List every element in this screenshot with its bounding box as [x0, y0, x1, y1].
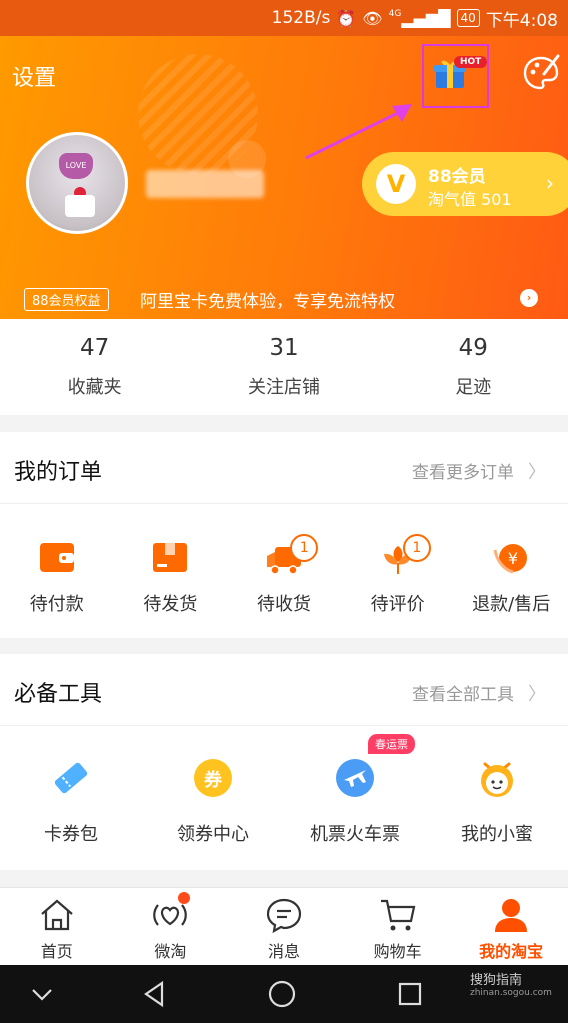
order-label: 退款/售后 [472, 594, 551, 615]
member-v-icon: V [376, 164, 416, 204]
tab-label: 首页 [40, 942, 73, 961]
stat-followed-shops[interactable]: 31 关注店铺 [189, 319, 378, 415]
svg-text:¥: ¥ [508, 549, 518, 568]
tab-label: 微淘 [154, 942, 187, 961]
order-pending-payment[interactable]: 待付款 [0, 504, 114, 638]
paint-palette-icon[interactable] [522, 54, 560, 92]
tab-cart[interactable]: 购物车 [341, 888, 455, 965]
tool-label: 领券中心 [177, 824, 249, 845]
tab-weitao[interactable]: 微淘 [114, 888, 228, 965]
recents-icon[interactable] [394, 978, 426, 1010]
cart-icon [380, 899, 415, 931]
hot-badge: HOT [454, 56, 488, 68]
chevron-down-icon[interactable] [26, 978, 58, 1010]
tab-label: 我的淘宝 [479, 942, 544, 961]
benefit-banner-text[interactable]: 阿里宝卡免费体验，专享免流特权 [140, 287, 395, 312]
stats-row: 47 收藏夹 31 关注店铺 49 足迹 [0, 319, 568, 415]
notification-dot [177, 892, 190, 904]
home-circle-icon[interactable] [266, 978, 298, 1010]
user-icon [495, 899, 528, 932]
order-label: 待收货 [256, 594, 311, 615]
assistant-icon [481, 762, 513, 797]
chevron-right-icon: 〉 [528, 684, 546, 705]
chevron-right-circle-icon[interactable]: › [520, 289, 538, 307]
username-redacted[interactable] [146, 170, 264, 198]
refund-icon: ¥ [493, 544, 528, 574]
tab-messages[interactable]: 消息 [227, 888, 341, 965]
watermark: 搜狗指南 zhinan.sogou.com [470, 969, 552, 998]
bottom-tab-bar: 首页 微淘 消息 购物车 我的淘宝 [0, 887, 568, 965]
package-icon [153, 543, 188, 572]
tools-section: 必备工具 查看全部工具〉 卡券包 券 领券中心 春运票 机票火车票 我的小蜜 [0, 654, 568, 870]
tool-card-wallet[interactable]: 卡券包 [0, 726, 142, 870]
order-pending-receipt[interactable]: 1 待收货 [227, 504, 341, 638]
orders-row: 待付款 待发货 1 待收货 1 待评价 ¥ 退款/售后 [0, 504, 568, 638]
section-title: 我的订单 [14, 460, 103, 485]
stat-label: 关注店铺 [247, 377, 320, 398]
tool-label: 机票火车票 [310, 824, 400, 845]
avatar[interactable]: LOVE [26, 132, 128, 234]
member-88-card[interactable]: V 88会员 淘气值 501 › [362, 152, 568, 216]
tab-label: 购物车 [373, 942, 422, 961]
plane-icon [336, 759, 374, 797]
gift-hot-button[interactable]: HOT [422, 44, 489, 108]
order-pending-shipment[interactable]: 待发货 [114, 504, 228, 638]
count-badge: 1 [290, 534, 319, 562]
orders-section: 我的订单 查看更多订单〉 待付款 待发货 1 待收货 1 待评价 ¥ 退款/售后 [0, 432, 568, 638]
ticket-icon [54, 762, 88, 794]
profile-header: 设置 HOT LOVE V 88会员 淘气值 501 › 88会员权益 阿里宝卡… [0, 36, 568, 319]
eye-icon: 👁 [362, 8, 383, 28]
tab-my-taobao[interactable]: 我的淘宝 [454, 888, 568, 965]
tool-flight-train-tickets[interactable]: 春运票 机票火车票 [284, 726, 426, 870]
count-badge: 1 [402, 534, 431, 562]
clock: 下午4:08 [485, 10, 558, 31]
view-all-tools-link[interactable]: 查看全部工具〉 [412, 680, 546, 706]
watermark-brand: 搜狗指南 [470, 973, 523, 988]
network-speed: 152B/s [271, 8, 331, 28]
tab-home[interactable]: 首页 [0, 888, 114, 965]
stat-label: 足迹 [455, 377, 492, 398]
stat-label: 收藏夹 [67, 377, 122, 398]
stat-value: 49 [458, 335, 488, 361]
chevron-right-icon: 〉 [528, 462, 546, 483]
message-icon [266, 898, 302, 934]
signal-icon: 4G▂▄▆█ [388, 8, 451, 28]
tool-coupon-center[interactable]: 券 领券中心 [142, 726, 284, 870]
view-more-orders-link[interactable]: 查看更多订单〉 [412, 458, 546, 484]
stat-favorites[interactable]: 47 收藏夹 [0, 319, 189, 415]
coupon-glyph: 券 [204, 770, 222, 791]
order-label: 待发货 [143, 594, 198, 615]
back-icon[interactable] [138, 978, 170, 1010]
member-score: 淘气值 501 [428, 190, 512, 209]
tools-header: 必备工具 查看全部工具〉 [0, 654, 568, 726]
alarm-icon: ⏰ [336, 8, 357, 28]
settings-button[interactable]: 设置 [12, 60, 56, 92]
member-title: 88会员 [428, 167, 486, 187]
tool-my-assistant[interactable]: 我的小蜜 [426, 726, 568, 870]
system-nav-bar: 搜狗指南 zhinan.sogou.com [0, 965, 568, 1023]
watermark-url: zhinan.sogou.com [470, 988, 552, 998]
home-icon [41, 899, 73, 931]
battery-icon: 40 [456, 9, 480, 27]
avatar-love-tag: LOVE [59, 153, 93, 179]
benefit-badge: 88会员权益 [24, 288, 109, 311]
order-pending-review[interactable]: 1 待评价 [341, 504, 455, 638]
avatar-cake [65, 195, 95, 217]
order-label: 待付款 [29, 594, 84, 615]
tab-label: 消息 [267, 942, 300, 961]
tool-label: 我的小蜜 [461, 824, 533, 845]
spring-festival-badge: 春运票 [368, 734, 415, 754]
stat-footprints[interactable]: 49 足迹 [379, 319, 568, 415]
orders-header: 我的订单 查看更多订单〉 [0, 432, 568, 504]
wallet-icon [39, 543, 74, 572]
tool-label: 卡券包 [44, 824, 98, 845]
chevron-right-icon: › [546, 171, 554, 195]
section-title: 必备工具 [14, 682, 103, 707]
stat-value: 31 [269, 335, 299, 361]
status-bar: 152B/s ⏰ 👁 4G▂▄▆█ 40 下午4:08 [0, 0, 568, 36]
order-refund-aftersale[interactable]: ¥ 退款/售后 [454, 504, 568, 638]
tools-row: 卡券包 券 领券中心 春运票 机票火车票 我的小蜜 [0, 726, 568, 870]
stat-value: 47 [80, 335, 110, 361]
order-label: 待评价 [370, 594, 425, 615]
